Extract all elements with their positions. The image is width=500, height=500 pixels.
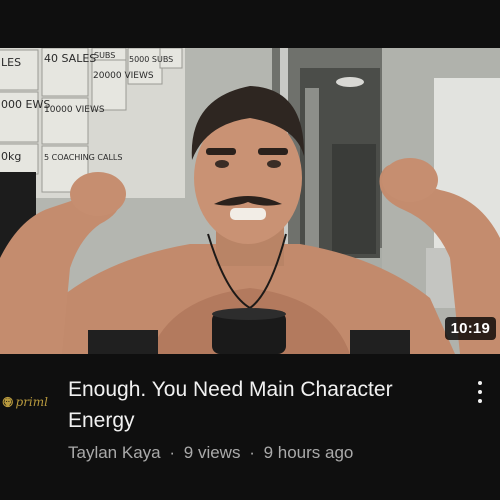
lion-head-icon <box>2 396 13 408</box>
channel-name[interactable]: Taylan Kaya <box>68 443 161 462</box>
channel-logo-text: priml <box>15 395 48 409</box>
whiteboard-note: 10000 VIEWS <box>44 105 105 115</box>
upload-age: 9 hours ago <box>263 443 354 462</box>
whiteboard-note: SUBS <box>94 51 115 60</box>
more-vert-icon[interactable] <box>472 376 488 408</box>
channel-avatar[interactable]: priml <box>2 390 48 414</box>
whiteboard-note: 0kg <box>1 150 21 163</box>
video-card[interactable]: LES 40 SALES SUBS 5000 SUBS 000 EWS 1000… <box>0 0 500 500</box>
video-thumbnail[interactable]: LES 40 SALES SUBS 5000 SUBS 000 EWS 1000… <box>0 48 500 354</box>
view-count: 9 views <box>183 443 241 462</box>
separator: · <box>249 443 255 462</box>
video-meta: priml Enough. You Need Main Character En… <box>0 354 500 500</box>
whiteboard-note: 20000 VIEWS <box>93 71 154 81</box>
dot <box>478 390 482 394</box>
video-title[interactable]: Enough. You Need Main Character Energy <box>68 374 458 436</box>
whiteboard-note: LES <box>1 56 21 69</box>
whiteboard-note: 5000 SUBS <box>129 55 173 64</box>
dot <box>478 399 482 403</box>
whiteboard-note: 000 EWS <box>1 98 50 111</box>
whiteboard-note: 5 COACHING CALLS <box>44 153 122 162</box>
video-subline: Taylan Kaya · 9 views · 9 hours ago <box>68 442 468 464</box>
whiteboard-note: 40 SALES <box>44 52 96 65</box>
thumbnail-image: LES 40 SALES SUBS 5000 SUBS 000 EWS 1000… <box>0 48 500 354</box>
dot <box>478 381 482 385</box>
duration-badge: 10:19 <box>444 317 496 340</box>
separator: · <box>169 443 176 462</box>
